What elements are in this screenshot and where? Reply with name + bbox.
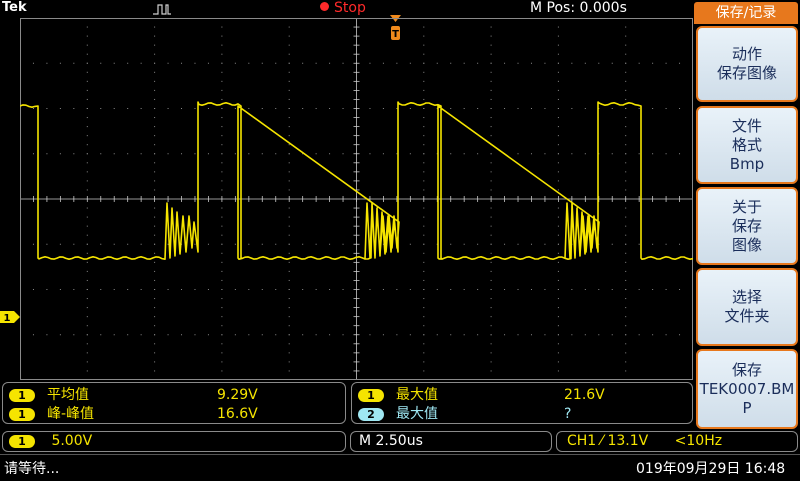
- date-time: 019年09月29日 16:48: [636, 461, 786, 477]
- stop-dot-icon: [320, 2, 329, 11]
- menu-title: 保存/记录: [694, 2, 798, 24]
- measurement-value: 9.29V: [217, 387, 258, 403]
- ch1-scale-readout[interactable]: 1 5.00V: [2, 431, 346, 452]
- menu-button-line: 图像: [731, 235, 762, 254]
- menu-button-line: 动作: [731, 45, 762, 63]
- top-status-bar: Tek Stop M Pos: 0.000s: [0, 0, 694, 18]
- message-bar: 请等待... 019年09月29日 16:48: [0, 454, 800, 481]
- ch1-marker-label: 1: [4, 313, 11, 323]
- about-save-image-button[interactable]: 关于 保存 图像: [696, 187, 798, 265]
- side-menu: 保存/记录 动作 保存图像 文件 格式 Bmp 关于 保存 图像 选择 文件夹 …: [694, 0, 800, 430]
- wait-message: 请等待...: [4, 461, 60, 477]
- timebase-value: M 2.50us: [359, 433, 423, 449]
- ch1-scale-value: 5.00V: [51, 433, 93, 449]
- ch1-badge: 1: [9, 388, 35, 402]
- brand-logo: Tek: [2, 0, 27, 15]
- menu-button-line: 格式: [731, 135, 762, 154]
- menu-button-line: Bmp: [729, 154, 765, 173]
- menu-button-line: P: [742, 398, 752, 417]
- save-file-button[interactable]: 保存 TEK0007.BM P: [696, 349, 798, 429]
- timebase-readout[interactable]: M 2.50us: [350, 431, 552, 452]
- menu-button-line: 保存图像: [716, 64, 777, 82]
- measurement-panel-left[interactable]: 1 平均值 9.29V 1 峰-峰值 16.6V: [2, 382, 346, 424]
- ch1-badge: 1: [358, 388, 384, 402]
- trigger-frequency: <10Hz: [674, 433, 723, 449]
- file-format-button[interactable]: 文件 格式 Bmp: [696, 106, 798, 184]
- horizontal-position-readout: M Pos: 0.000s: [530, 0, 627, 16]
- ch1-ground-marker: 1: [0, 311, 20, 323]
- menu-button-line: 文件夹: [724, 307, 770, 325]
- menu-button-line: 关于: [731, 197, 762, 216]
- run-state-text: Stop: [334, 0, 366, 16]
- measurement-label: 平均值: [47, 387, 89, 403]
- measurement-label: 最大值: [396, 387, 438, 403]
- measurement-row: 2 最大值 ?: [358, 405, 688, 423]
- select-folder-button[interactable]: 选择 文件夹: [696, 268, 798, 346]
- measurement-label: 峰-峰值: [47, 406, 95, 422]
- trigger-slope-icon: ⁄: [600, 433, 604, 449]
- measurement-row: 1 峰-峰值 16.6V: [9, 405, 339, 423]
- measurement-label: 最大值: [396, 406, 438, 422]
- trigger-readout[interactable]: CH1 ⁄ 13.1V <10Hz: [556, 431, 798, 452]
- menu-button-line: 文件: [731, 116, 762, 135]
- measurement-value: ?: [564, 406, 572, 422]
- measurement-panel-right[interactable]: 1 最大值 21.6V 2 最大值 ?: [351, 382, 693, 424]
- menu-button-line: 选择: [731, 288, 762, 306]
- trigger-level: 13.1V: [607, 433, 649, 449]
- ch1-badge: 1: [9, 434, 35, 448]
- trigger-pulse-icon: [153, 4, 171, 15]
- measurement-value: 21.6V: [564, 387, 605, 403]
- waveform-display: [20, 18, 693, 380]
- measurement-row: 1 平均值 9.29V: [9, 386, 339, 404]
- trigger-source: CH1: [567, 433, 597, 449]
- menu-button-line: TEK0007.BM: [699, 379, 795, 398]
- action-save-image-button[interactable]: 动作 保存图像: [696, 26, 798, 102]
- ch2-badge: 2: [358, 407, 384, 421]
- run-state-indicator: Stop: [320, 0, 366, 16]
- menu-button-line: 保存: [731, 360, 762, 379]
- ch1-badge: 1: [9, 407, 35, 421]
- measurement-value: 16.6V: [217, 406, 258, 422]
- menu-button-line: 保存: [731, 216, 762, 235]
- measurement-row: 1 最大值 21.6V: [358, 386, 688, 404]
